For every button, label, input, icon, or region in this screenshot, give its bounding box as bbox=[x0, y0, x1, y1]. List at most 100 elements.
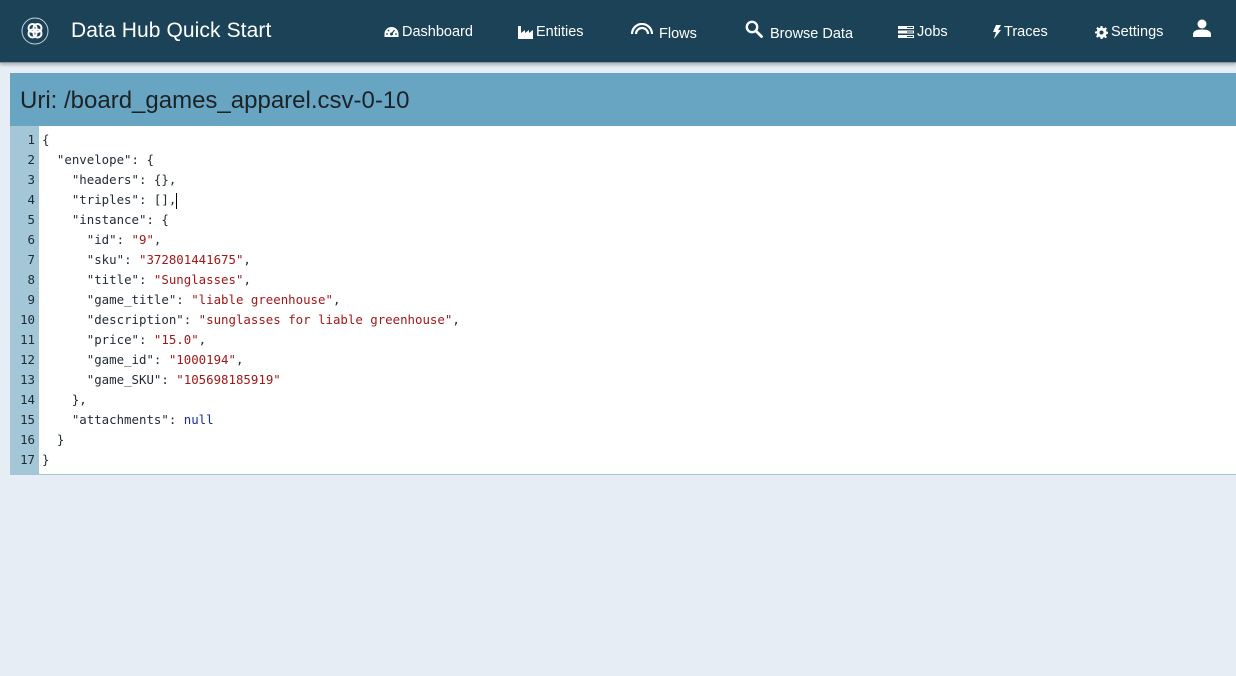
json-string-token: "sunglasses for liable greenhouse" bbox=[198, 312, 453, 327]
document-panel: Uri: /board_games_apparel.csv-0-10 1{2 "… bbox=[10, 73, 1236, 475]
json-token: , bbox=[452, 312, 460, 327]
code-text: "headers": {}, bbox=[37, 170, 176, 190]
nav-jobs-label: Jobs bbox=[917, 24, 948, 40]
jobs-list-icon bbox=[898, 26, 914, 38]
code-line[interactable]: 3 "headers": {}, bbox=[10, 170, 1236, 190]
json-string-token: "372801441675" bbox=[138, 252, 244, 267]
entities-factory-icon bbox=[518, 25, 533, 39]
code-text: "game_title": "liable greenhouse", bbox=[37, 290, 341, 310]
code-text: "envelope": { bbox=[37, 150, 154, 170]
code-text: "instance": { bbox=[37, 210, 169, 230]
nav-browse-data[interactable]: Browse Data bbox=[745, 20, 854, 42]
code-text: { bbox=[37, 130, 49, 150]
nav-jobs[interactable]: Jobs bbox=[898, 22, 948, 42]
line-number: 4 bbox=[27, 192, 35, 207]
json-string-token: "9" bbox=[131, 232, 154, 247]
nav-settings[interactable]: Settings bbox=[1095, 22, 1163, 42]
code-line[interactable]: 17} bbox=[10, 450, 1236, 470]
code-line[interactable]: 10 "description": "sunglasses for liable… bbox=[10, 310, 1236, 330]
code-line[interactable]: 4 "triples": [], bbox=[10, 190, 1236, 210]
code-line[interactable]: 6 "id": "9", bbox=[10, 230, 1236, 250]
nav-traces-label: Traces bbox=[1004, 24, 1048, 40]
json-token: "headers": {}, bbox=[71, 172, 177, 187]
app-title[interactable]: Data Hub Quick Start bbox=[71, 19, 271, 43]
code-line[interactable]: 13 "game_SKU": "105698185919" bbox=[10, 370, 1236, 390]
line-number: 15 bbox=[20, 412, 35, 427]
json-token: "game_title": bbox=[86, 292, 192, 307]
datahub-logo-icon[interactable] bbox=[21, 17, 49, 45]
code-line[interactable]: 8 "title": "Sunglasses", bbox=[10, 270, 1236, 290]
dashboard-gauge-icon bbox=[384, 26, 399, 38]
json-string-token: "Sunglasses" bbox=[153, 272, 244, 287]
json-token: } bbox=[56, 432, 65, 447]
json-string-token: "15.0" bbox=[153, 332, 199, 347]
code-line[interactable]: 2 "envelope": { bbox=[10, 150, 1236, 170]
json-token: "description": bbox=[86, 312, 199, 327]
json-token: , bbox=[153, 232, 162, 247]
code-lines: 1{2 "envelope": {3 "headers": {}, 4 "trip… bbox=[10, 130, 1236, 470]
nav-entities[interactable]: Entities bbox=[518, 22, 584, 42]
top-navbar: Data Hub Quick Start Dashboard Entities … bbox=[0, 0, 1236, 63]
json-token: , bbox=[332, 292, 341, 307]
nav-dashboard[interactable]: Dashboard bbox=[384, 22, 473, 42]
line-number: 13 bbox=[20, 372, 35, 387]
json-token: "triples": [], bbox=[71, 192, 177, 207]
code-text: } bbox=[37, 450, 49, 470]
json-token: , bbox=[198, 332, 207, 347]
code-line[interactable]: 11 "price": "15.0", bbox=[10, 330, 1236, 350]
nav-dashboard-label: Dashboard bbox=[402, 24, 473, 40]
line-number: 3 bbox=[27, 172, 35, 187]
json-string-token: "1000194" bbox=[168, 352, 236, 367]
line-number: 9 bbox=[27, 292, 35, 307]
json-string-token: "liable greenhouse" bbox=[191, 292, 333, 307]
code-line[interactable]: 14 }, bbox=[10, 390, 1236, 410]
line-number: 17 bbox=[20, 452, 35, 467]
code-text: "game_id": "1000194", bbox=[37, 350, 244, 370]
line-number: 12 bbox=[20, 352, 35, 367]
code-text: "game_SKU": "105698185919" bbox=[37, 370, 281, 390]
code-line[interactable]: 7 "sku": "372801441675", bbox=[10, 250, 1236, 270]
json-token: "price": bbox=[86, 332, 154, 347]
code-line[interactable]: 15 "attachments": null bbox=[10, 410, 1236, 430]
nav-flows[interactable]: Flows bbox=[631, 22, 697, 42]
nav-flows-label: Flows bbox=[659, 25, 697, 42]
line-number: 5 bbox=[27, 212, 35, 227]
json-token: }, bbox=[71, 392, 87, 407]
search-icon bbox=[745, 20, 763, 38]
json-token: , bbox=[243, 272, 251, 287]
code-line[interactable]: 12 "game_id": "1000194", bbox=[10, 350, 1236, 370]
code-line[interactable]: 9 "game_title": "liable greenhouse", bbox=[10, 290, 1236, 310]
nav-settings-label: Settings bbox=[1111, 24, 1164, 40]
flows-arc-icon bbox=[631, 23, 653, 35]
code-text: "id": "9", bbox=[37, 230, 162, 250]
document-header: Uri: /board_games_apparel.csv-0-10 bbox=[10, 73, 1236, 126]
json-token: "game_SKU": bbox=[86, 372, 177, 387]
json-token: { bbox=[42, 132, 50, 147]
nav-traces[interactable]: Traces bbox=[993, 22, 1048, 42]
code-text: "price": "15.0", bbox=[37, 330, 206, 350]
code-text: "description": "sunglasses for liable gr… bbox=[37, 310, 460, 330]
gear-icon bbox=[1095, 25, 1108, 39]
code-text: } bbox=[37, 430, 64, 450]
nav-entities-label: Entities bbox=[536, 24, 584, 40]
json-token: "envelope": { bbox=[56, 152, 154, 167]
line-number: 16 bbox=[20, 432, 35, 447]
json-code-editor[interactable]: 1{2 "envelope": {3 "headers": {}, 4 "trip… bbox=[10, 126, 1236, 474]
code-line[interactable]: 16 } bbox=[10, 430, 1236, 450]
line-number: 7 bbox=[27, 252, 35, 267]
line-number: 10 bbox=[20, 312, 35, 327]
user-icon[interactable] bbox=[1193, 19, 1211, 37]
code-text: "title": "Sunglasses", bbox=[37, 270, 251, 290]
code-line[interactable]: 1{ bbox=[10, 130, 1236, 150]
json-token: , bbox=[235, 352, 244, 367]
code-text: }, bbox=[37, 390, 87, 410]
json-string-token: "105698185919" bbox=[176, 372, 281, 387]
code-line[interactable]: 5 "instance": { bbox=[10, 210, 1236, 230]
document-uri-title: Uri: /board_games_apparel.csv-0-10 bbox=[20, 87, 410, 114]
code-text: "sku": "372801441675", bbox=[37, 250, 251, 270]
line-number: 8 bbox=[27, 272, 35, 287]
text-cursor bbox=[176, 192, 178, 209]
code-text: "attachments": null bbox=[37, 410, 214, 430]
nav-browse-data-label: Browse Data bbox=[770, 25, 854, 42]
json-token: "attachments": bbox=[71, 412, 184, 427]
